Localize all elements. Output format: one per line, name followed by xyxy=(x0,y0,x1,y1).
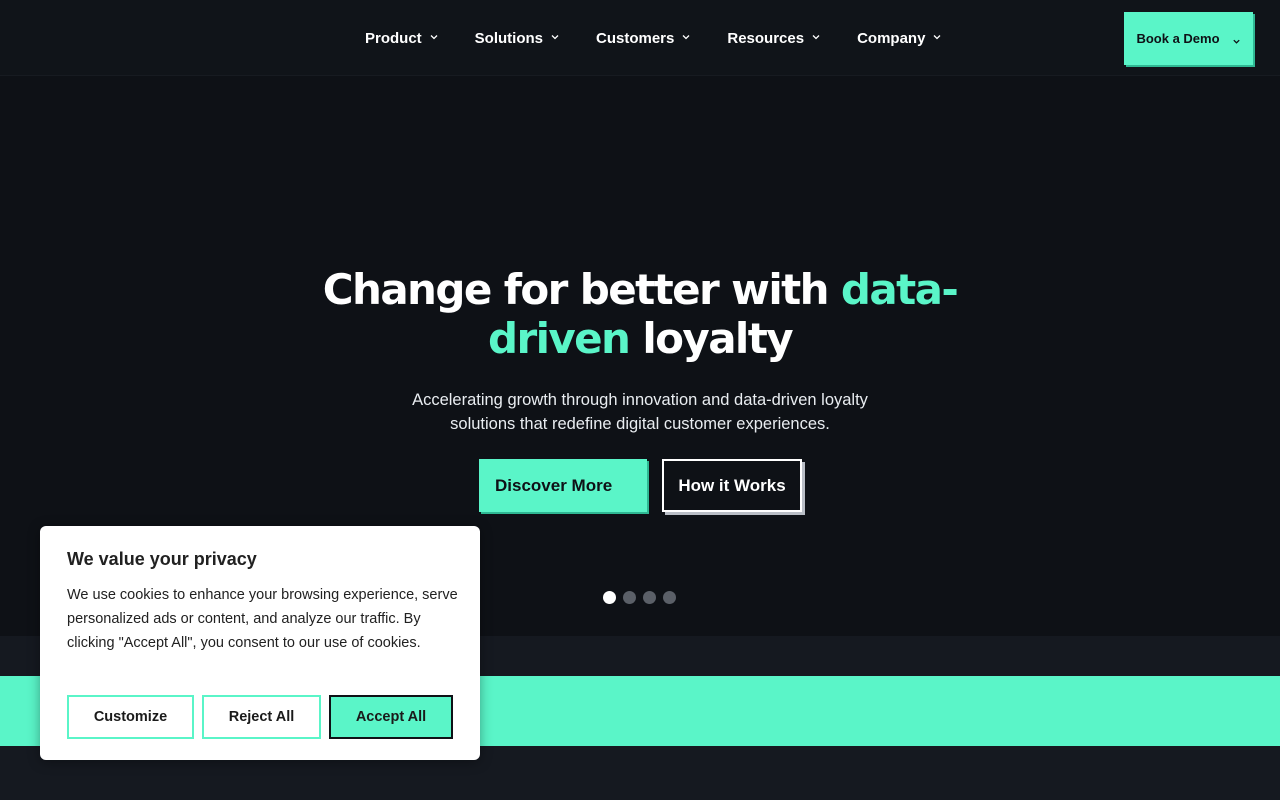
nav-item-label: Product xyxy=(365,29,422,47)
carousel-dot[interactable] xyxy=(643,591,656,604)
accept-all-button[interactable]: Accept All xyxy=(329,695,453,739)
nav-item-company[interactable]: Company xyxy=(857,30,942,47)
customize-button[interactable]: Customize xyxy=(67,695,194,739)
nav-item-label: Customers xyxy=(596,29,675,47)
nav-item-product[interactable]: Product xyxy=(365,30,439,47)
carousel-dot[interactable] xyxy=(603,591,616,604)
hero-subtitle: Accelerating growth through innovation a… xyxy=(390,388,890,436)
hero-subtitle-line: Accelerating growth through innovation a… xyxy=(412,391,868,409)
carousel-dots xyxy=(603,591,683,604)
chevron-down-icon xyxy=(811,32,821,42)
book-demo-button[interactable]: Book a Demo xyxy=(1124,12,1253,65)
nav-item-resources[interactable]: Resources xyxy=(727,30,821,47)
hero-title-accent: driven xyxy=(488,314,631,363)
hero-subtitle-line: solutions that redefine digital customer… xyxy=(450,415,830,433)
hero-title-accent: data- xyxy=(840,265,959,314)
nav-item-label: Resources xyxy=(727,29,805,47)
discover-more-button[interactable]: Discover More xyxy=(479,459,647,512)
chevron-down-icon xyxy=(550,32,560,42)
hero-title: Change for better with data-driven loyal… xyxy=(300,265,980,363)
cookie-title: We value your privacy xyxy=(67,549,257,569)
chevron-down-icon xyxy=(429,32,439,42)
hero-title-part1: Change for better with xyxy=(322,265,841,314)
reject-all-button[interactable]: Reject All xyxy=(202,695,321,739)
chevron-down-icon xyxy=(681,32,691,42)
site-header: Product Solutions Customers Resources Co… xyxy=(0,0,1280,76)
book-demo-label: Book a Demo xyxy=(1136,31,1220,46)
nav-item-label: Solutions xyxy=(474,29,543,47)
main-nav: Product Solutions Customers Resources Co… xyxy=(365,0,978,76)
cookie-consent-dialog: We value your privacy We use cookies to … xyxy=(40,526,480,760)
hero-title-part2: loyalty xyxy=(629,314,793,363)
nav-item-customers[interactable]: Customers xyxy=(596,30,691,47)
chevron-down-icon xyxy=(932,32,942,42)
how-it-works-button[interactable]: How it Works xyxy=(662,459,802,512)
nav-item-solutions[interactable]: Solutions xyxy=(475,30,560,47)
chevron-down-icon xyxy=(1232,34,1241,44)
nav-item-label: Company xyxy=(857,29,926,47)
carousel-dot[interactable] xyxy=(623,591,636,604)
cookie-body: We use cookies to enhance your browsing … xyxy=(67,587,458,651)
carousel-dot[interactable] xyxy=(663,591,676,604)
